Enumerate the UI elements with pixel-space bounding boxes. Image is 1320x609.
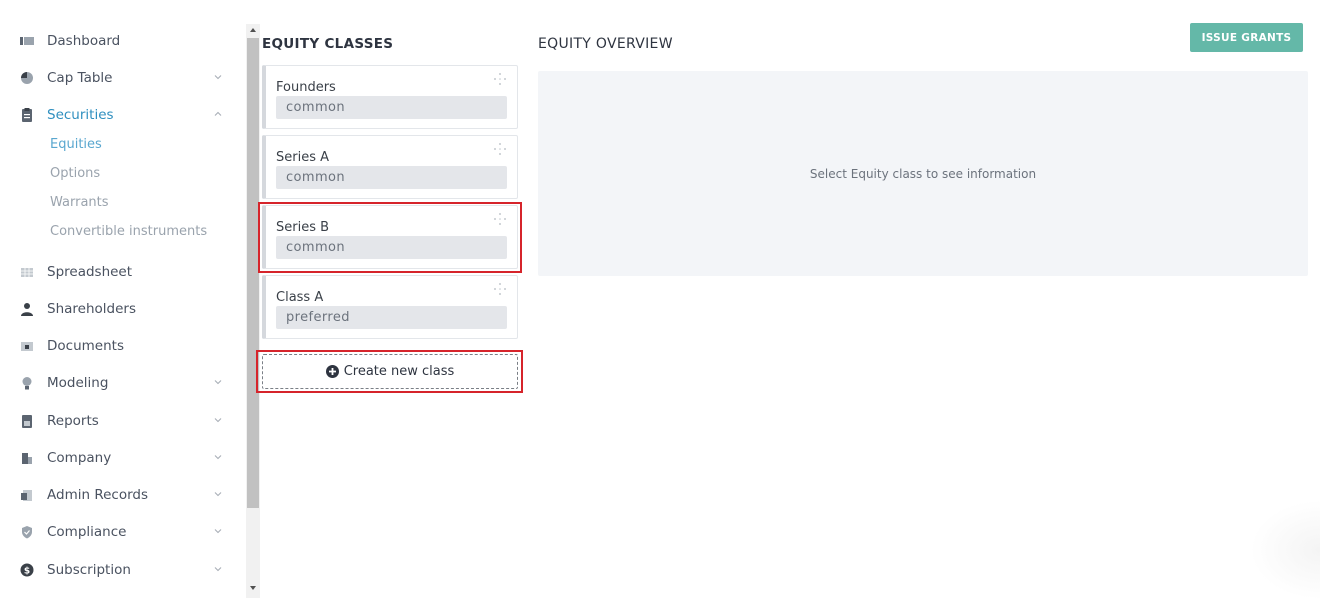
sidebar-item-label: Shareholders: [47, 301, 136, 317]
equity-overview-panel: Select Equity class to see information: [538, 71, 1308, 276]
highlight-create-new-class: [256, 350, 523, 393]
chevron-down-icon: [214, 492, 222, 497]
chevron-down-icon: [214, 75, 222, 80]
sidebar-item-label: Subscription: [47, 562, 131, 578]
chevron-down-icon: [214, 567, 222, 572]
sidebar-item-label: Documents: [47, 338, 124, 354]
sidebar-item-label: Compliance: [47, 524, 127, 540]
drag-handle-icon[interactable]: [493, 142, 507, 156]
sidebar-item-company[interactable]: Company: [20, 447, 230, 469]
corner-shadow: [1250, 500, 1320, 600]
equity-class-card-class-a[interactable]: Class A preferred: [262, 275, 518, 339]
sidebar-item-admin-records[interactable]: Admin Records: [20, 484, 230, 506]
equity-class-type: common: [276, 96, 507, 119]
sidebar-item-reports[interactable]: Reports: [20, 410, 230, 432]
chevron-down-icon: [214, 418, 222, 423]
sidebar-item-label: Securities: [47, 107, 114, 123]
equity-classes-title: EQUITY CLASSES: [262, 36, 394, 52]
equity-class-card-founders[interactable]: Founders common: [262, 65, 518, 129]
sidebar-subitem-equities[interactable]: Equities: [50, 137, 102, 152]
equity-class-card-series-a[interactable]: Series A common: [262, 135, 518, 199]
building-icon: [20, 451, 34, 465]
chevron-down-icon: [214, 529, 222, 534]
svg-text:$: $: [24, 567, 30, 577]
pie-chart-icon: [20, 71, 34, 85]
sidebar-item-cap-table[interactable]: Cap Table: [20, 67, 230, 89]
sidebar-item-label: Modeling: [47, 375, 109, 391]
equity-class-name: Founders: [276, 80, 336, 95]
equity-overview-title: EQUITY OVERVIEW: [538, 36, 673, 52]
equity-class-name: Class A: [276, 290, 324, 305]
sidebar-item-securities[interactable]: Securities: [20, 104, 230, 126]
chevron-down-icon: [214, 455, 222, 460]
scrollbar-thumb[interactable]: [247, 38, 259, 508]
sidebar-item-label: Dashboard: [47, 33, 121, 49]
sidebar-item-subscription[interactable]: $ Subscription: [20, 559, 230, 581]
equity-class-name: Series A: [276, 150, 330, 165]
sidebar-item-modeling[interactable]: Modeling: [20, 372, 230, 394]
sidebar-scrollbar[interactable]: [246, 24, 260, 598]
folder-icon: [20, 339, 34, 353]
records-icon: [20, 488, 34, 502]
dollar-icon: $: [20, 563, 34, 577]
shield-icon: [20, 525, 34, 539]
highlight-series-b: [258, 202, 522, 273]
sidebar-subitem-convertible-instruments[interactable]: Convertible instruments: [50, 224, 207, 239]
sidebar-item-label: Company: [47, 450, 112, 466]
issue-grants-button[interactable]: ISSUE GRANTS: [1190, 23, 1303, 52]
scroll-down-arrow-icon[interactable]: [249, 584, 257, 592]
sidebar-item-spreadsheet[interactable]: Spreadsheet: [20, 261, 230, 283]
sidebar: Dashboard Cap Table Securities Equities …: [0, 0, 245, 609]
sidebar-item-label: Admin Records: [47, 487, 148, 503]
report-icon: [20, 414, 34, 428]
sidebar-item-label: Cap Table: [47, 70, 113, 86]
dashboard-icon: [20, 34, 34, 48]
drag-handle-icon[interactable]: [493, 72, 507, 86]
sidebar-item-dashboard[interactable]: Dashboard: [20, 30, 230, 52]
sidebar-item-label: Spreadsheet: [47, 264, 133, 280]
clipboard-icon: [20, 108, 34, 122]
spreadsheet-icon: [20, 265, 34, 279]
equity-class-type: common: [276, 166, 507, 189]
equity-class-type: preferred: [276, 306, 507, 329]
sidebar-item-compliance[interactable]: Compliance: [20, 521, 230, 543]
sidebar-item-documents[interactable]: Documents: [20, 335, 230, 357]
person-icon: [20, 302, 34, 316]
sidebar-item-shareholders[interactable]: Shareholders: [20, 298, 230, 320]
sidebar-subitem-options[interactable]: Options: [50, 166, 100, 181]
sidebar-subitem-warrants[interactable]: Warrants: [50, 195, 109, 210]
chevron-down-icon: [214, 380, 222, 385]
overview-placeholder-text: Select Equity class to see information: [809, 166, 1037, 181]
sidebar-item-label: Reports: [47, 413, 99, 429]
scroll-up-arrow-icon[interactable]: [249, 26, 257, 34]
drag-handle-icon[interactable]: [493, 282, 507, 296]
chevron-up-icon: [214, 111, 222, 116]
lightbulb-icon: [20, 376, 34, 390]
